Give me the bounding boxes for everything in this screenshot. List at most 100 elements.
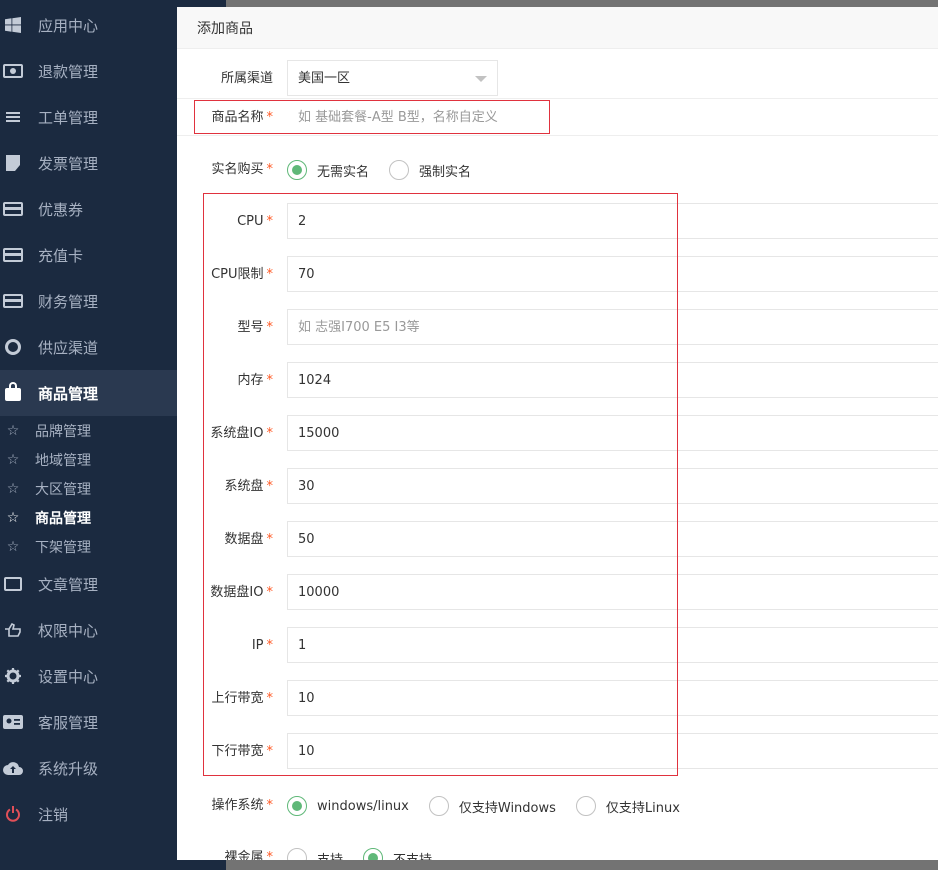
star-icon: ☆ <box>6 509 20 526</box>
radio-no-real-name[interactable]: 无需实名 <box>287 160 369 180</box>
channel-label: 所属渠道 <box>220 71 273 86</box>
sidebar-item-label: 优惠券 <box>38 200 84 219</box>
radio-label: 强制实名 <box>419 164 472 180</box>
model-input[interactable]: 如 志强I700 E5 I3等 <box>287 309 938 345</box>
cpu-input[interactable]: 2 <box>287 203 938 239</box>
radio-label: 仅支持Windows <box>458 800 556 816</box>
chevron-down-icon <box>475 76 487 82</box>
windows-icon <box>3 17 23 33</box>
product-name-placeholder: 如 基础套餐-A型 B型，名称自定义 <box>298 110 498 125</box>
sidebar-item-label: 设置中心 <box>38 667 99 686</box>
form-row-data-disk: 数据盘 * 50 <box>177 521 938 559</box>
sidebar-item-label: 注销 <box>38 805 69 824</box>
sidebar-item-label: 权限中心 <box>38 621 99 640</box>
shopping-bag-icon <box>3 382 23 401</box>
money-icon <box>3 63 23 79</box>
radio-label: 不支持 <box>393 852 433 861</box>
form-row-cpu-limit: CPU限制 * 70 <box>177 256 938 294</box>
data-disk-io-input[interactable]: 10000 <box>287 574 938 610</box>
sidebar-item-label: 供应渠道 <box>38 338 99 357</box>
channel-select-value: 美国一区 <box>298 71 351 86</box>
product-name-label: 商品名称 * <box>211 110 273 125</box>
radio-label: 无需实名 <box>317 164 370 180</box>
system-disk-input[interactable]: 30 <box>287 468 938 504</box>
download-bandwidth-input[interactable]: 10 <box>287 733 938 769</box>
radio-circle <box>575 796 596 816</box>
radio-circle <box>287 160 307 180</box>
ip-label: IP * <box>251 638 273 653</box>
id-card-icon <box>3 714 23 730</box>
radio-circle <box>363 848 384 860</box>
radio-os-both[interactable]: windows/linux <box>287 796 409 816</box>
data-disk-io-label: 数据盘IO * <box>210 585 273 600</box>
add-product-dialog: 添加商品 所属渠道 美国一区 商品名称 * 如 基础套餐-A型 B型，名称自定义 … <box>177 7 938 860</box>
list-icon <box>3 109 23 125</box>
sidebar-subitem-label: 品牌管理 <box>35 423 91 440</box>
radio-force-real-name[interactable]: 强制实名 <box>389 160 471 180</box>
star-icon: ☆ <box>6 480 20 497</box>
real-name-radio-group: 无需实名 强制实名 <box>287 151 491 189</box>
form-row-memory: 内存 * 1024 <box>177 362 938 400</box>
form-row-os: 操作系统 * windows/linux 仅支持Windows 仅支持Linux <box>177 787 938 825</box>
form-row-system-disk-io: 系统盘IO * 15000 <box>177 415 938 453</box>
invoice-icon <box>3 155 23 171</box>
form-row-download-bandwidth: 下行带宽 * 10 <box>177 733 938 771</box>
ip-input[interactable]: 1 <box>287 627 938 663</box>
hand-pointer-icon <box>3 622 23 638</box>
system-disk-io-input[interactable]: 15000 <box>287 415 938 451</box>
channel-select[interactable]: 美国一区 <box>287 60 498 96</box>
sidebar-item-label: 系统升级 <box>38 759 99 778</box>
radio-bare-metal-supported[interactable]: 支持 <box>287 848 343 860</box>
form-row-bare-metal: 裸金属 * 支持 不支持 <box>177 839 938 860</box>
data-disk-label: 数据盘 * <box>224 532 273 547</box>
sidebar-item-label: 财务管理 <box>38 292 99 311</box>
radio-circle <box>389 160 410 180</box>
form-row-upload-bandwidth: 上行带宽 * 10 <box>177 680 938 718</box>
product-name-input[interactable]: 如 基础套餐-A型 B型，名称自定义 <box>287 99 549 135</box>
form-row-system-disk: 系统盘 * 30 <box>177 468 938 506</box>
upload-bandwidth-input[interactable]: 10 <box>287 680 938 716</box>
sidebar-item-label: 应用中心 <box>38 16 99 35</box>
memory-input[interactable]: 1024 <box>287 362 938 398</box>
star-icon: ☆ <box>6 538 20 555</box>
sidebar-subitem-label: 地域管理 <box>35 452 91 469</box>
sidebar-subitem-label: 商品管理 <box>35 510 91 527</box>
bare-metal-label: 裸金属 * <box>224 850 273 860</box>
sidebar-item-label: 发票管理 <box>38 154 99 173</box>
radio-circle <box>428 796 449 816</box>
radio-label: windows/linux <box>317 798 409 814</box>
sidebar-subitem-label: 下架管理 <box>35 539 91 556</box>
form-row-model: 型号 * 如 志强I700 E5 I3等 <box>177 309 938 347</box>
radio-os-linux[interactable]: 仅支持Linux <box>575 796 680 816</box>
lifebuoy-icon <box>3 339 23 355</box>
sidebar-item-label: 工单管理 <box>38 108 99 127</box>
cpu-limit-input[interactable]: 70 <box>287 256 938 292</box>
data-disk-input[interactable]: 50 <box>287 521 938 557</box>
upload-bandwidth-label: 上行带宽 * <box>211 691 273 706</box>
sidebar-item-label: 充值卡 <box>38 246 84 265</box>
os-label: 操作系统 * <box>211 798 273 813</box>
system-disk-io-label: 系统盘IO * <box>210 426 273 441</box>
form-row-data-disk-io: 数据盘IO * 10000 <box>177 574 938 612</box>
radio-circle <box>287 796 307 816</box>
newspaper-icon <box>3 576 23 592</box>
cloud-upload-icon <box>3 760 23 776</box>
power-icon <box>3 806 23 822</box>
memory-label: 内存 * <box>237 373 273 388</box>
radio-label: 支持 <box>317 852 344 861</box>
radio-label: 仅支持Linux <box>605 800 680 816</box>
sidebar-subitem-label: 大区管理 <box>35 481 91 498</box>
sidebar-item-label: 文章管理 <box>38 575 99 594</box>
os-radio-group: windows/linux 仅支持Windows 仅支持Linux <box>287 787 700 825</box>
dialog-title: 添加商品 <box>197 20 253 37</box>
dialog-header: 添加商品 <box>177 7 938 49</box>
form-row-channel: 所属渠道 美国一区 <box>177 60 938 98</box>
radio-bare-metal-unsupported[interactable]: 不支持 <box>363 848 432 860</box>
sidebar-item-label: 客服管理 <box>38 713 99 732</box>
radio-os-windows[interactable]: 仅支持Windows <box>428 796 556 816</box>
coupon-card-icon <box>3 201 23 217</box>
model-label: 型号 * <box>237 320 273 335</box>
star-icon: ☆ <box>6 451 20 468</box>
form-row-ip: IP * 1 <box>177 627 938 665</box>
sidebar-item-label: 退款管理 <box>38 62 99 81</box>
